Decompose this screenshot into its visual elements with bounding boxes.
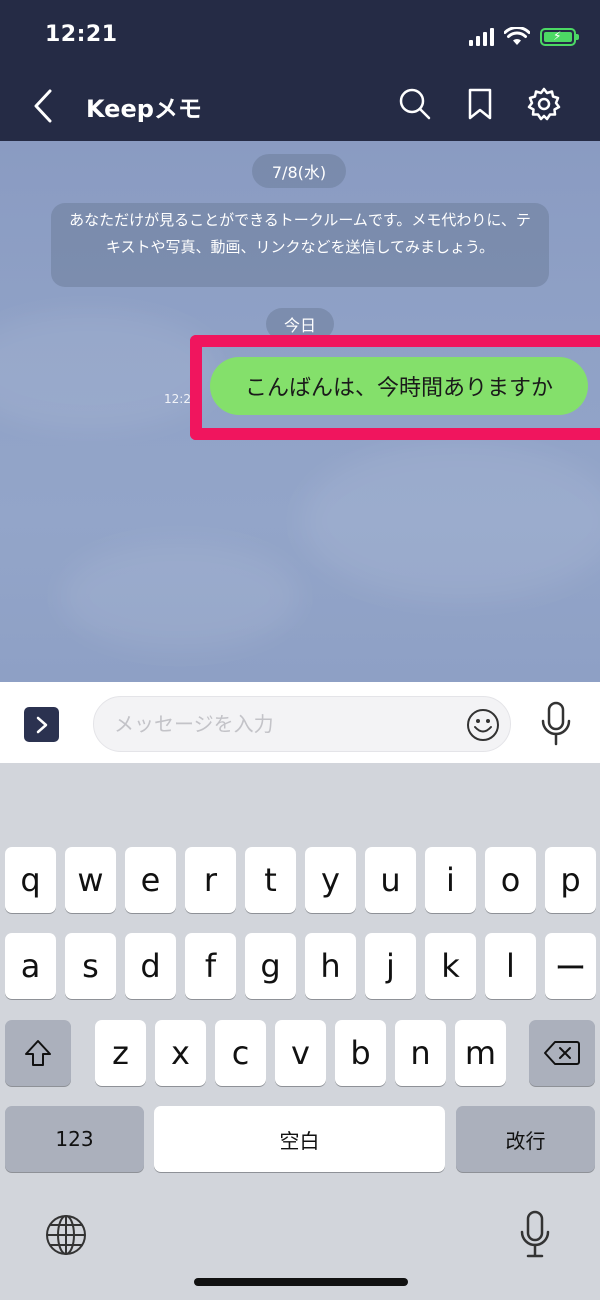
key-u[interactable]: u <box>365 847 416 913</box>
key-i[interactable]: i <box>425 847 476 913</box>
keyboard: q w e r t y u i o p a s d f g h j k l ー … <box>0 763 600 1300</box>
message-time: 12:21 <box>164 392 190 406</box>
key-d[interactable]: d <box>125 933 176 999</box>
key-k[interactable]: k <box>425 933 476 999</box>
microphone-icon[interactable] <box>539 701 573 747</box>
key-g[interactable]: g <box>245 933 296 999</box>
key-s[interactable]: s <box>65 933 116 999</box>
expand-menu-button[interactable] <box>24 707 59 742</box>
message-bubble[interactable]: こんばんは、今時間ありますか <box>210 357 588 415</box>
key-y[interactable]: y <box>305 847 356 913</box>
back-button[interactable] <box>26 86 60 126</box>
input-bar <box>0 682 600 763</box>
key-q[interactable]: q <box>5 847 56 913</box>
key-h[interactable]: h <box>305 933 356 999</box>
chevron-left-icon <box>34 89 52 123</box>
numbers-key[interactable]: 123 <box>5 1106 144 1172</box>
key-n[interactable]: n <box>395 1020 446 1086</box>
key-long-vowel[interactable]: ー <box>545 933 596 999</box>
globe-icon[interactable] <box>44 1213 88 1257</box>
shift-key[interactable] <box>5 1020 71 1086</box>
bookmark-icon <box>468 88 492 120</box>
key-b[interactable]: b <box>335 1020 386 1086</box>
search-icon <box>399 88 431 120</box>
key-w[interactable]: w <box>65 847 116 913</box>
space-key[interactable]: 空白 <box>154 1106 445 1172</box>
dictation-mic-icon[interactable] <box>518 1210 552 1260</box>
battery-icon: ⚡ <box>540 28 579 46</box>
key-r[interactable]: r <box>185 847 236 913</box>
key-x[interactable]: x <box>155 1020 206 1086</box>
return-key[interactable]: 改行 <box>456 1106 595 1172</box>
key-m[interactable]: m <box>455 1020 506 1086</box>
wifi-icon <box>504 27 530 45</box>
key-e[interactable]: e <box>125 847 176 913</box>
status-time: 12:21 <box>45 22 118 47</box>
chat-title: Keepメモ <box>86 95 202 123</box>
key-j[interactable]: j <box>365 933 416 999</box>
message-input-container[interactable] <box>93 696 511 752</box>
signal-icon <box>469 28 494 46</box>
backspace-icon <box>544 1041 580 1065</box>
key-t[interactable]: t <box>245 847 296 913</box>
date-label: 7/8(水) <box>252 154 346 188</box>
backspace-key[interactable] <box>529 1020 595 1086</box>
home-indicator <box>194 1278 408 1286</box>
system-message: あなただけが見ることができるトークルームです。メモ代わりに、テキストや写真、動画… <box>51 203 549 287</box>
key-a[interactable]: a <box>5 933 56 999</box>
emoji-icon[interactable] <box>466 708 500 742</box>
key-z[interactable]: z <box>95 1020 146 1086</box>
header: 12:21 ⚡ Keepメモ <box>0 0 600 141</box>
message-text: こんばんは、今時間ありますか <box>244 376 553 401</box>
key-c[interactable]: c <box>215 1020 266 1086</box>
key-o[interactable]: o <box>485 847 536 913</box>
key-v[interactable]: v <box>275 1020 326 1086</box>
message-input[interactable] <box>114 697 454 751</box>
settings-button[interactable] <box>526 86 562 122</box>
search-button[interactable] <box>397 86 433 122</box>
key-l[interactable]: l <box>485 933 536 999</box>
key-f[interactable]: f <box>185 933 236 999</box>
chat-area[interactable]: 7/8(水) あなただけが見ることができるトークルームです。メモ代わりに、テキス… <box>0 141 600 682</box>
shift-icon <box>25 1040 51 1066</box>
gear-icon <box>527 87 561 121</box>
bookmark-button[interactable] <box>462 86 498 122</box>
chevron-right-icon <box>36 716 47 733</box>
key-p[interactable]: p <box>545 847 596 913</box>
status-icons: ⚡ <box>469 24 579 50</box>
